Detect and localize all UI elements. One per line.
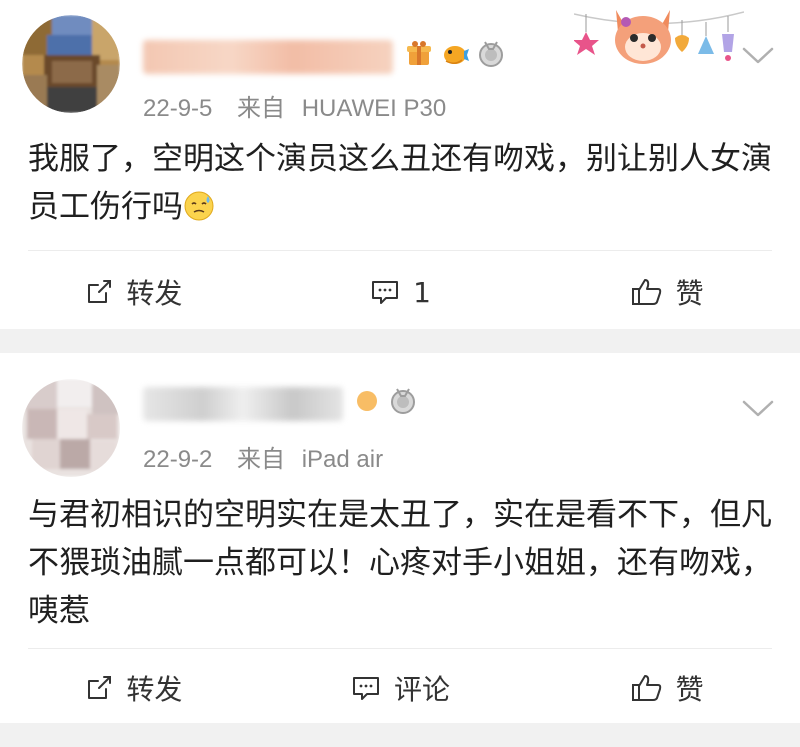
comment-feed: 22-9-5 来自 HUAWEI P30 我服了，空明这个演员这么丑还有吻戏，别…: [0, 0, 800, 723]
orange-badge-icon: [352, 386, 382, 416]
divider: [28, 648, 772, 649]
comment-card: 22-9-5 来自 HUAWEI P30 我服了，空明这个演员这么丑还有吻戏，别…: [0, 0, 800, 329]
comment-button[interactable]: 评论: [267, 658, 534, 718]
thumbs-up-icon: [631, 675, 661, 701]
username-blurred[interactable]: [143, 40, 393, 74]
thumbs-up-icon: [631, 279, 661, 305]
comment-card: 22-9-2 来自 iPad air 与君初相识的空明实在是太丑了，实在是看不下…: [0, 353, 800, 723]
post-text: 与君初相识的空明实在是太丑了，实在是看不下，但凡不猥琐油腻一点都可以！心疼对手小…: [28, 491, 772, 635]
avatar[interactable]: [22, 15, 120, 113]
action-bar: 转发 1 赞: [0, 262, 800, 322]
comment-count: 1: [413, 275, 431, 309]
divider: [28, 250, 772, 251]
post-meta: 22-9-2 来自 iPad air: [143, 439, 383, 474]
source-prefix: 来自: [237, 446, 286, 473]
source-device: iPad air: [301, 446, 384, 473]
source-prefix: 来自: [237, 95, 286, 122]
post-text: 我服了，空明这个演员这么丑还有吻戏，别让别人女演员工伤行吗: [28, 135, 772, 231]
user-badges: [404, 39, 506, 69]
like-label: 赞: [675, 277, 704, 310]
username-blurred[interactable]: [143, 387, 343, 421]
comment-label: 评论: [394, 673, 451, 706]
source-device: HUAWEI P30: [301, 95, 447, 122]
pufferfish-badge-icon: [440, 39, 470, 69]
post-date: 22-9-5: [143, 95, 213, 122]
comment-button[interactable]: 1: [267, 262, 534, 322]
comment-icon: [372, 281, 399, 304]
repost-icon: [88, 676, 112, 699]
sweat-face-emoji-icon: [184, 191, 214, 221]
blurred-avatar-image: [22, 379, 120, 477]
post-date: 22-9-2: [143, 446, 213, 473]
avatar[interactable]: [22, 379, 120, 477]
gift-box-badge-icon: [404, 39, 434, 69]
repost-label: 转发: [126, 673, 183, 706]
chevron-down-icon[interactable]: [738, 40, 778, 70]
repost-icon: [88, 280, 112, 303]
post-text-body: 我服了，空明这个演员这么丑还有吻戏，别让别人女演员工伤行吗: [28, 141, 772, 225]
user-badges: [352, 386, 418, 416]
silver-medal-badge-icon: [476, 39, 506, 69]
like-button[interactable]: 赞: [533, 658, 800, 718]
like-label: 赞: [675, 673, 704, 706]
chevron-down-icon[interactable]: [738, 393, 778, 423]
silver-medal-badge-icon: [388, 386, 418, 416]
blurred-avatar-image: [22, 15, 120, 113]
repost-button[interactable]: 转发: [0, 262, 267, 322]
action-bar: 转发 评论 赞: [0, 658, 800, 718]
comment-icon: [353, 677, 379, 700]
fox-decoration-icon: [574, 10, 744, 64]
repost-button[interactable]: 转发: [0, 658, 267, 718]
post-meta: 22-9-5 来自 HUAWEI P30: [143, 88, 446, 123]
like-button[interactable]: 赞: [533, 262, 800, 322]
repost-label: 转发: [126, 277, 183, 310]
post-text-body: 与君初相识的空明实在是太丑了，实在是看不下，但凡不猥琐油腻一点都可以！心疼对手小…: [28, 497, 772, 629]
